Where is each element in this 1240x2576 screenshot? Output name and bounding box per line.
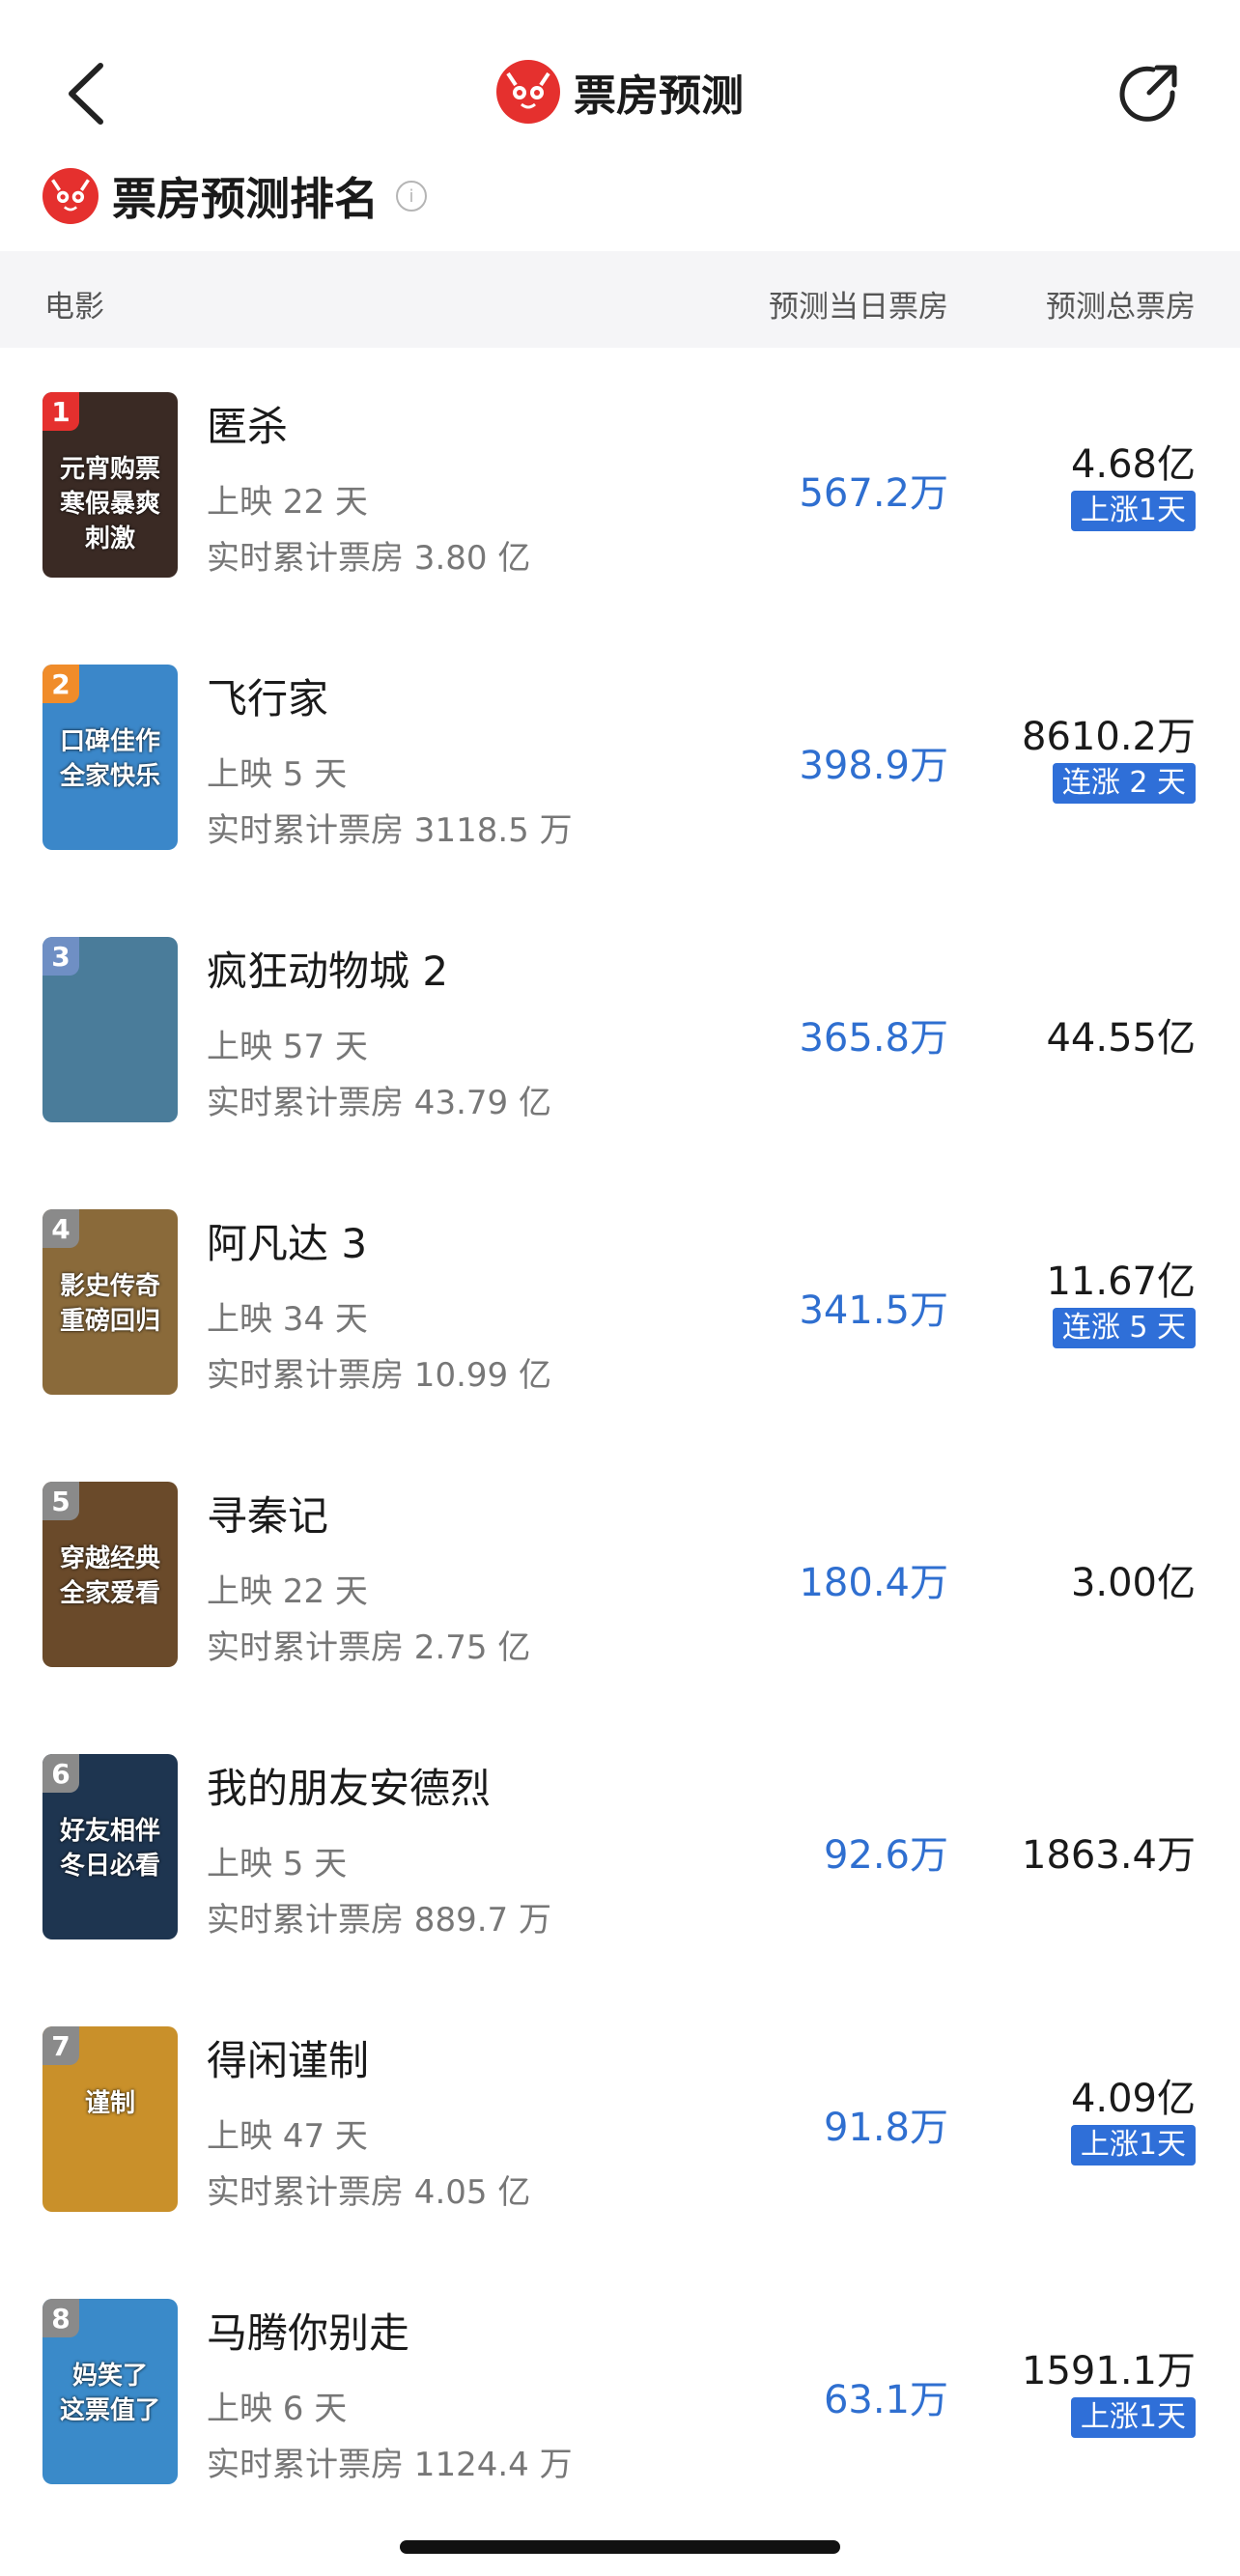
movie-poster[interactable]: 口碑佳作 全家快乐 2 (42, 665, 178, 850)
movie-poster[interactable]: 好友相伴 冬日必看 6 (42, 1754, 178, 1939)
forecast-today: 180.4万 (799, 1561, 948, 1605)
trend-badge: 连涨 2 天 (1052, 763, 1196, 804)
forecast-total: 1863.4万 (1022, 1833, 1196, 1878)
movie-days: 上映 6 天 (207, 2390, 348, 2428)
movie-cumulative: 实时累计票房 4.05 亿 (207, 2173, 531, 2212)
movie-row[interactable]: 穿越经典 全家爱看 5 寻秦记 上映 22 天 实时累计票房 2.75 亿 180… (0, 1437, 1240, 1710)
movie-title[interactable]: 疯狂动物城 2 (207, 939, 448, 998)
info-icon[interactable]: i (396, 181, 427, 212)
poster-text: 口碑佳作 全家快乐 (59, 727, 160, 791)
movie-poster[interactable]: 妈笑了 这票值了 8 (42, 2299, 178, 2484)
section-title: 票房预测排名 (112, 173, 379, 225)
movie-row[interactable]: 影史传奇 重磅回归 4 阿凡达 3 上映 34 天 实时累计票房 10.99 亿 … (0, 1165, 1240, 1437)
home-indicator[interactable] (400, 2540, 840, 2554)
rank-badge: 2 (42, 665, 79, 703)
poster-text: 穿越经典 全家爱看 (59, 1544, 160, 1608)
movie-cumulative: 实时累计票房 43.79 亿 (207, 1084, 551, 1122)
column-today[interactable]: 预测当日票房 (769, 282, 948, 326)
movie-row[interactable]: 谨制 7 得闲谨制 上映 47 天 实时累计票房 4.05 亿 91.8万 4.… (0, 1982, 1240, 2254)
movie-cumulative: 实时累计票房 889.7 万 (207, 1901, 551, 1939)
nav-bar: 票房预测 (0, 0, 1240, 184)
forecast-today: 63.1万 (823, 2378, 948, 2422)
nav-title: 票房预测 (574, 71, 744, 121)
poster-text: 谨制 (84, 2089, 135, 2118)
rank-badge: 6 (42, 1754, 79, 1793)
forecast-today: 398.9万 (799, 744, 948, 788)
poster-text: 好友相伴 冬日必看 (59, 1817, 160, 1881)
movie-row[interactable]: 3 疯狂动物城 2 上映 57 天 实时累计票房 43.79 亿 365.8万 … (0, 892, 1240, 1165)
poster-text: 妈笑了 这票值了 (59, 2362, 160, 2425)
column-movie: 电影 (44, 290, 104, 325)
movie-cumulative: 实时累计票房 3.80 亿 (207, 539, 531, 578)
movie-cumulative: 实时累计票房 10.99 亿 (207, 1356, 551, 1395)
trend-badge: 连涨 5 天 (1052, 1308, 1196, 1348)
movie-title[interactable]: 飞行家 (207, 666, 328, 725)
forecast-today: 92.6万 (823, 1833, 948, 1878)
rank-badge: 3 (42, 937, 79, 976)
forecast-today: 91.8万 (823, 2106, 948, 2150)
movie-cumulative: 实时累计票房 3118.5 万 (207, 811, 573, 850)
movie-days: 上映 22 天 (207, 1572, 368, 1611)
movie-list: 元宵购票 寒假暴爽刺激 1 匿杀 上映 22 天 实时累计票房 3.80 亿 56… (0, 348, 1240, 2527)
forecast-today: 365.8万 (799, 1016, 948, 1061)
forecast-total: 4.09亿 (1070, 2077, 1196, 2121)
movie-row[interactable]: 好友相伴 冬日必看 6 我的朋友安德烈 上映 5 天 实时累计票房 889.7 万… (0, 1710, 1240, 1982)
forecast-total: 1591.1万 (1022, 2349, 1196, 2393)
poster-text: 影史传奇 重磅回归 (59, 1272, 160, 1336)
movie-poster[interactable]: 谨制 7 (42, 2026, 178, 2212)
forecast-today: 341.5万 (799, 1288, 948, 1333)
movie-days: 上映 22 天 (207, 483, 368, 522)
movie-title[interactable]: 我的朋友安德烈 (207, 1756, 491, 1815)
column-header: 电影 预测当日票房 预测总票房 (0, 251, 1240, 348)
movie-poster[interactable]: 元宵购票 寒假暴爽刺激 1 (42, 392, 178, 578)
forecast-today: 567.2万 (799, 471, 948, 516)
movie-row[interactable]: 元宵购票 寒假暴爽刺激 1 匿杀 上映 22 天 实时累计票房 3.80 亿 56… (0, 348, 1240, 620)
movie-cumulative: 实时累计票房 2.75 亿 (207, 1628, 531, 1667)
movie-title[interactable]: 寻秦记 (207, 1484, 328, 1543)
cat-logo-icon (496, 60, 560, 124)
movie-days: 上映 57 天 (207, 1028, 368, 1066)
trend-badge: 上涨1天 (1070, 2125, 1196, 2166)
movie-days: 上映 47 天 (207, 2117, 368, 2156)
movie-title[interactable]: 马腾你别走 (207, 2301, 409, 2360)
trend-badge: 上涨1天 (1070, 491, 1196, 531)
movie-poster[interactable]: 影史传奇 重磅回归 4 (42, 1209, 178, 1395)
movie-title[interactable]: 匿杀 (207, 394, 288, 453)
movie-cumulative: 实时累计票房 1124.4 万 (207, 2446, 573, 2484)
movie-days: 上映 5 天 (207, 1845, 348, 1883)
movie-row[interactable]: 口碑佳作 全家快乐 2 飞行家 上映 5 天 实时累计票房 3118.5 万 39… (0, 620, 1240, 892)
poster-text: 元宵购票 寒假暴爽刺激 (59, 455, 160, 553)
forecast-total: 8610.2万 (1022, 715, 1196, 759)
forecast-total: 3.00亿 (1070, 1561, 1196, 1605)
rank-badge: 1 (42, 392, 79, 431)
movie-days: 上映 34 天 (207, 1300, 368, 1339)
movie-row[interactable]: 妈笑了 这票值了 8 马腾你别走 上映 6 天 实时累计票房 1124.4 万 6… (0, 2254, 1240, 2527)
movie-title[interactable]: 阿凡达 3 (207, 1211, 367, 1270)
forecast-total: 4.68亿 (1070, 442, 1196, 487)
forecast-total: 44.55亿 (1046, 1016, 1196, 1061)
rank-badge: 4 (42, 1209, 79, 1248)
forecast-total: 11.67亿 (1046, 1260, 1196, 1304)
rank-badge: 7 (42, 2026, 79, 2065)
movie-poster[interactable]: 穿越经典 全家爱看 5 (42, 1482, 178, 1667)
column-total[interactable]: 预测总票房 (1046, 282, 1196, 326)
rank-badge: 8 (42, 2299, 79, 2337)
share-icon[interactable] (1114, 60, 1182, 127)
movie-poster[interactable]: 3 (42, 937, 178, 1122)
cat-logo-icon (42, 168, 99, 224)
movie-title[interactable]: 得闲谨制 (207, 2028, 369, 2087)
section-header: 票房预测排名 i (42, 164, 427, 228)
trend-badge: 上涨1天 (1070, 2397, 1196, 2438)
rank-badge: 5 (42, 1482, 79, 1520)
nav-title-group: 票房预测 (0, 60, 1240, 124)
movie-days: 上映 5 天 (207, 755, 348, 794)
